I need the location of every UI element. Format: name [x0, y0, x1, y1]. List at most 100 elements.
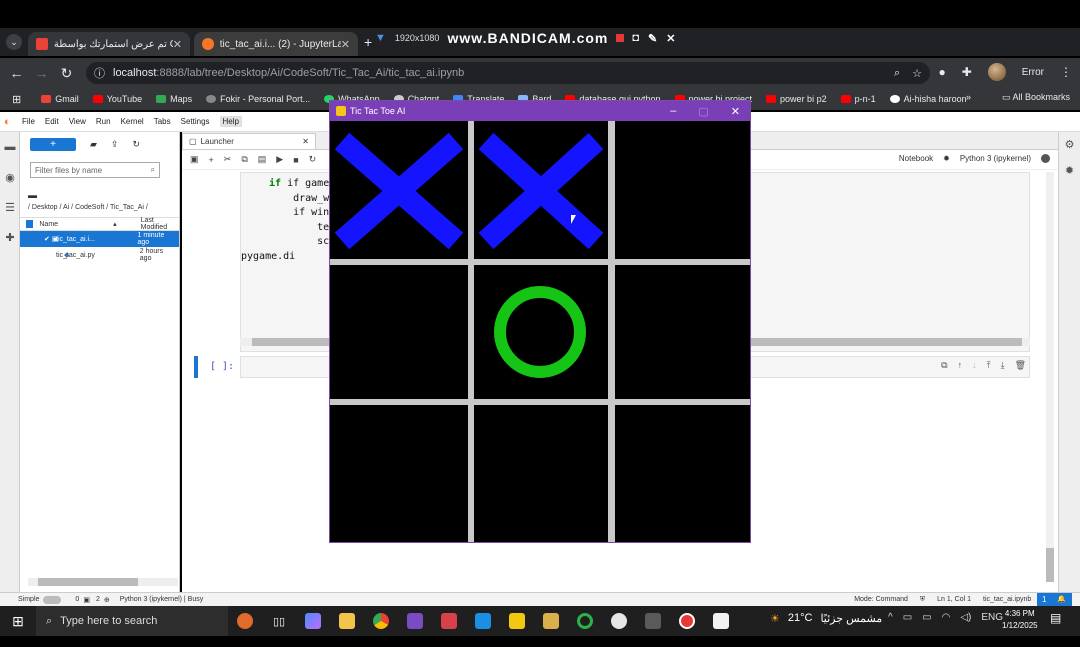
task-view-icon[interactable]: ▯▯: [262, 606, 296, 636]
insert-above-icon[interactable]: ⤒: [987, 360, 991, 371]
close-window-icon[interactable]: ✕: [731, 105, 740, 118]
notepad-icon[interactable]: [704, 606, 738, 636]
more-bookmarks-icon[interactable]: »: [966, 92, 971, 102]
board-cell[interactable]: [615, 265, 750, 399]
extensions-icon[interactable]: ✚: [962, 65, 972, 79]
menu-icon[interactable]: ⋮: [1060, 65, 1072, 79]
new-tab-button[interactable]: +: [364, 34, 372, 50]
tab-jupyterlab[interactable]: tic_tac_ai.i... (2) - JupyterLab ✕: [194, 32, 358, 56]
close-icon[interactable]: ✕: [341, 38, 350, 51]
board-cell[interactable]: [474, 405, 608, 542]
url-input[interactable]: ⓘ localhost :8888/lab/tree/Desktop/Ai/Co…: [86, 62, 930, 84]
close-icon[interactable]: ✕: [302, 137, 309, 146]
menu-edit[interactable]: Edit: [45, 117, 59, 126]
vscode-icon[interactable]: [466, 606, 500, 636]
notebook-label[interactable]: Notebook: [899, 154, 933, 163]
extension-icon[interactable]: ✚: [0, 222, 20, 252]
notebook-vscrollbar[interactable]: [1046, 172, 1054, 582]
power-bi-icon[interactable]: [500, 606, 534, 636]
forward-icon[interactable]: →: [29, 65, 54, 81]
bell-icon[interactable]: 🔔: [1051, 592, 1072, 607]
save-icon[interactable]: ▣: [190, 154, 199, 165]
duplicate-icon[interactable]: ⧉: [941, 360, 947, 371]
copy-icon[interactable]: ⧉: [241, 154, 247, 165]
menu-help[interactable]: Help: [219, 116, 242, 127]
language-indicator[interactable]: ENG: [981, 612, 1003, 623]
column-last-modified[interactable]: Last Modified: [141, 217, 179, 231]
checkbox-icon[interactable]: [26, 220, 34, 228]
bookmark-fokir[interactable]: Fokir - Personal Port...: [206, 94, 310, 104]
board-cell[interactable]: [474, 265, 608, 399]
all-bookmarks[interactable]: ▭ All Bookmarks: [1002, 92, 1070, 103]
file-row[interactable]: ✔ ▣ tic_tac_ai.i... 1 minute ago: [20, 231, 179, 247]
board-cell[interactable]: [615, 405, 750, 542]
extension-dot-icon[interactable]: ●: [938, 65, 945, 79]
breadcrumb[interactable]: ▬ / Desktop / Ai / CodeSoft / Tic_Tac_Ai…: [28, 190, 179, 211]
simple-mode-toggle[interactable]: [43, 595, 62, 604]
error-button[interactable]: Error: [1022, 67, 1044, 78]
menu-file[interactable]: File: [22, 117, 35, 126]
debugger-icon[interactable]: ✹: [1059, 164, 1080, 184]
taskbar-search[interactable]: ⌕ Type here to search: [36, 606, 228, 636]
notification-badge[interactable]: 1: [1037, 592, 1052, 607]
maximize-icon[interactable]: ▢: [698, 105, 708, 118]
scrollbar-thumb[interactable]: [1046, 548, 1054, 582]
back-icon[interactable]: ←: [4, 65, 29, 81]
cursor-position[interactable]: Ln 1, Col 1: [937, 596, 971, 603]
scrollbar-thumb[interactable]: [38, 578, 138, 586]
pygame-titlebar[interactable]: Tic Tac Toe AI – ▢ ✕: [330, 101, 750, 121]
menu-tabs[interactable]: Tabs: [154, 117, 171, 126]
zoom-icon[interactable]: ⌕: [894, 67, 900, 80]
board-cell[interactable]: [330, 265, 468, 399]
tray-chevron-icon[interactable]: ^: [888, 612, 893, 623]
board-cell[interactable]: [474, 121, 608, 259]
board-cell[interactable]: [615, 121, 750, 259]
upload-icon[interactable]: ⇪: [111, 139, 119, 150]
tab-launcher[interactable]: ▢ Launcher ✕: [182, 133, 316, 149]
visual-studio-icon[interactable]: [398, 606, 432, 636]
cut-icon[interactable]: ✂: [224, 154, 232, 165]
insert-below-icon[interactable]: ⤓: [1001, 360, 1005, 371]
chrome-icon[interactable]: [364, 606, 398, 636]
move-down-icon[interactable]: ↓: [972, 360, 977, 371]
delete-icon[interactable]: 🗑: [1015, 360, 1026, 371]
minimize-icon[interactable]: –: [670, 105, 676, 118]
bandicam-icon[interactable]: [670, 606, 704, 636]
bookmark-powerbi-p2[interactable]: power bi p2: [766, 94, 827, 104]
widget-fish-icon[interactable]: [228, 606, 262, 636]
new-folder-icon[interactable]: ▰: [90, 139, 97, 150]
bug-icon[interactable]: ✹: [943, 154, 950, 163]
bookmark-star-icon[interactable]: ☆: [912, 67, 922, 80]
stop-icon[interactable]: ■: [293, 155, 298, 165]
copilot-icon[interactable]: [296, 606, 330, 636]
toc-icon[interactable]: ☰: [0, 192, 20, 222]
board-cell[interactable]: [330, 405, 468, 542]
property-inspector-icon[interactable]: ⚙: [1059, 138, 1080, 158]
weather-widget[interactable]: ☀ 21°C مشمس جزئيًا: [770, 612, 882, 625]
close-icon[interactable]: ✕: [173, 38, 182, 51]
network-icon[interactable]: ◠: [942, 612, 951, 623]
bookmark-youtube[interactable]: YouTube: [92, 94, 142, 104]
filter-files-input[interactable]: Filter files by name ⌕: [30, 162, 160, 178]
tab-gmail[interactable]: تم عرض استمارتك بواسطة Gmail ✕: [28, 32, 190, 56]
restart-icon[interactable]: ↻: [309, 154, 317, 165]
menu-settings[interactable]: Settings: [181, 117, 210, 126]
meet-icon[interactable]: ▭: [903, 612, 912, 623]
notification-icon[interactable]: ▤: [1050, 611, 1061, 625]
paste-icon[interactable]: ▤: [258, 154, 267, 165]
menu-view[interactable]: View: [69, 117, 86, 126]
app-window-icon[interactable]: [636, 606, 670, 636]
run-icon[interactable]: ▶: [276, 154, 283, 165]
menu-kernel[interactable]: Kernel: [121, 117, 144, 126]
board-cell[interactable]: [330, 121, 468, 259]
bookmark-github[interactable]: Ai-hisha haroon: [889, 94, 967, 104]
new-launcher-button[interactable]: +: [30, 137, 76, 151]
column-name[interactable]: Name: [39, 221, 113, 228]
kernel-name[interactable]: Python 3 (ipykernel): [960, 154, 1031, 163]
site-info-icon[interactable]: ⓘ: [94, 65, 105, 81]
bookmark-pn1[interactable]: p-n-1: [840, 94, 876, 104]
app-circle-icon[interactable]: [602, 606, 636, 636]
menu-run[interactable]: Run: [96, 117, 111, 126]
taskbar-clock[interactable]: 4:36 PM 1/12/2025: [1002, 608, 1038, 632]
reload-icon[interactable]: ↻: [54, 65, 79, 82]
